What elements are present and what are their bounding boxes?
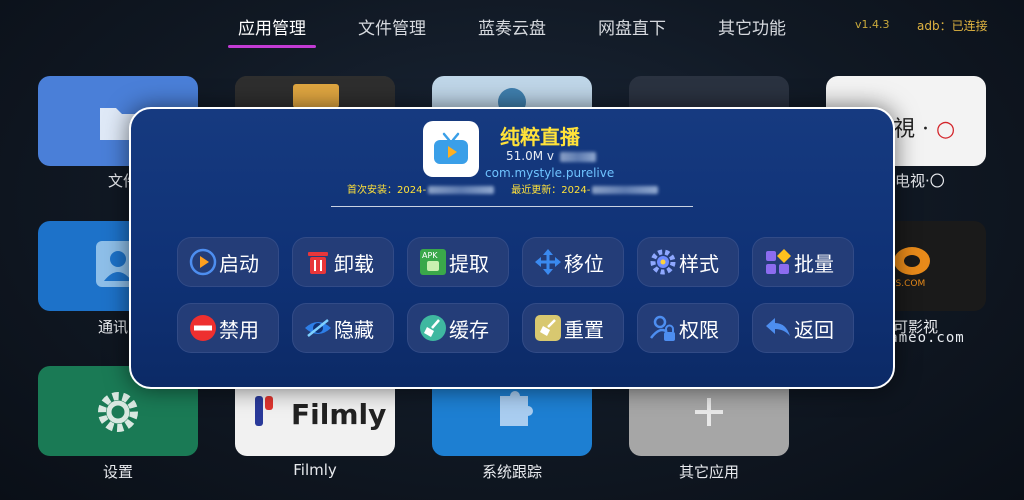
uninstall-button[interactable]: 卸载 — [292, 237, 394, 287]
batch-icon — [764, 248, 792, 276]
hide-button-label: 隐藏 — [334, 317, 374, 342]
batch-button-label: 批量 — [794, 251, 834, 276]
svg-text:APK: APK — [422, 251, 438, 260]
style-button[interactable]: 样式 — [637, 237, 739, 287]
dialog-divider — [331, 206, 693, 207]
tab-other-functions[interactable]: 其它功能 — [712, 14, 792, 42]
tile-filmly-label: Filmly — [293, 461, 337, 479]
version-label: v1.4.3 — [855, 18, 890, 31]
cache-button-label: 缓存 — [449, 317, 489, 342]
tile-files-label: 文件 — [107, 172, 138, 190]
hide-button[interactable]: 隐藏 — [292, 303, 394, 353]
trash-icon — [304, 248, 332, 276]
back-arrow-icon — [764, 314, 792, 342]
tab-netdisk-download[interactable]: 网盘直下 — [592, 14, 672, 42]
tab-lanzou-cloud[interactable]: 蓝奏云盘 — [472, 14, 552, 42]
cache-button[interactable]: 缓存 — [407, 303, 509, 353]
app-name: 纯粹直播 — [500, 125, 580, 149]
broom-icon — [419, 314, 447, 342]
lock-user-icon — [649, 314, 677, 342]
tv-circle-icon: ○ — [935, 117, 956, 142]
gear-style-icon — [649, 248, 677, 276]
app-size-version: 51.0M v — [506, 149, 597, 163]
move-button-label: 移位 — [564, 251, 604, 276]
tile-tv-label: 电视·〇 — [895, 172, 945, 190]
update-date-label: 最近更新：2024- — [511, 185, 591, 196]
back-button-label: 返回 — [794, 317, 834, 342]
ys-logo-text: YS.COM — [890, 279, 926, 289]
app-size: 51.0M — [506, 149, 544, 163]
app-dates: 首次安装：2024- 最近更新：2024- — [347, 181, 672, 196]
launch-button-label: 启动 — [219, 251, 259, 276]
forbid-icon — [189, 314, 217, 342]
redacted-install-date — [428, 186, 495, 194]
tile-other-apps-label: 其它应用 — [678, 463, 739, 481]
move-icon — [534, 248, 562, 276]
back-button[interactable]: 返回 — [752, 303, 854, 353]
batch-button[interactable]: 批量 — [752, 237, 854, 287]
adb-status: adb：已连接 — [917, 19, 988, 33]
reset-button[interactable]: 重置 — [522, 303, 624, 353]
tile-settings-label: 设置 — [102, 463, 133, 481]
app-action-dialog: 纯粹直播 51.0M v com.mystyle.purelive 首次安装：2… — [129, 107, 895, 389]
permission-button[interactable]: 权限 — [637, 303, 739, 353]
tab-app-management[interactable]: 应用管理 — [232, 14, 312, 42]
filmly-logo-text: Filmly — [291, 398, 387, 431]
app-icon — [423, 121, 479, 177]
install-date-label: 首次安装：2024- — [347, 185, 427, 196]
reset-button-label: 重置 — [564, 317, 604, 342]
tv-play-icon — [434, 132, 468, 164]
uninstall-button-label: 卸载 — [334, 251, 374, 276]
tab-file-management[interactable]: 文件管理 — [352, 14, 432, 42]
play-icon — [189, 248, 217, 276]
move-button[interactable]: 移位 — [522, 237, 624, 287]
disable-button-label: 禁用 — [219, 317, 259, 342]
tile-contacts-label: 通讯 — [97, 318, 128, 336]
eye-hide-icon — [304, 314, 332, 342]
redacted-update-date — [592, 186, 659, 194]
launch-button[interactable]: 启动 — [177, 237, 279, 287]
extract-button[interactable]: APK 提取 — [407, 237, 509, 287]
disable-button[interactable]: 禁用 — [177, 303, 279, 353]
app-version-prefix: v — [546, 149, 555, 163]
style-button-label: 样式 — [679, 251, 719, 276]
brush-icon — [534, 314, 562, 342]
top-nav: 应用管理 文件管理 蓝奏云盘 网盘直下 其它功能 v1.4.3 adb：已连接 — [0, 0, 1024, 50]
extract-button-label: 提取 — [449, 251, 489, 276]
tile-system-trace-label: 系统跟踪 — [481, 463, 542, 481]
apk-icon: APK — [419, 248, 447, 276]
redacted-version — [560, 151, 597, 162]
app-package: com.mystyle.purelive — [485, 166, 615, 180]
permission-button-label: 权限 — [679, 317, 719, 342]
